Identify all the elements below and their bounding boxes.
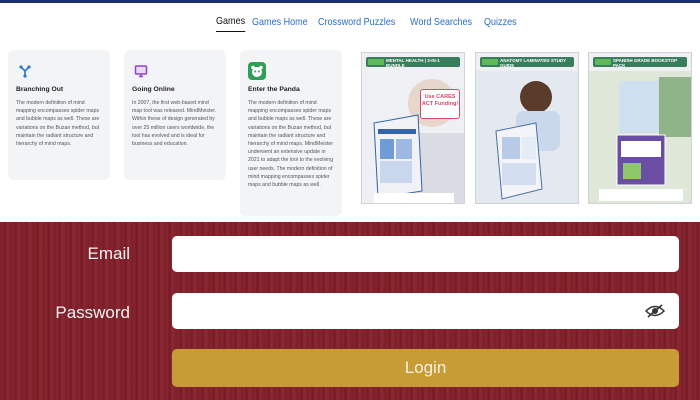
login-button[interactable]: Login bbox=[172, 349, 679, 387]
product-badge: Use CARES ACT Funding! bbox=[420, 89, 460, 119]
card-title: Enter the Panda bbox=[248, 86, 300, 93]
email-label: Email bbox=[87, 244, 130, 263]
feature-card-enter-the-panda: Enter the Panda The modern definition of… bbox=[240, 50, 342, 216]
top-accent-bar bbox=[0, 0, 700, 3]
password-label: Password bbox=[55, 303, 130, 322]
card-text: The modern definition of mind mapping en… bbox=[16, 100, 100, 148]
nav-item-games-home[interactable]: Games Home bbox=[252, 12, 308, 32]
product-mental-health-bundle[interactable]: MENTAL HEALTH | 3-IN-1 BUNDLE Use CARES … bbox=[361, 52, 465, 204]
feature-card-going-online: Going Online In 2007, the first web-base… bbox=[124, 50, 226, 180]
card-text: The modern definition of mind mapping en… bbox=[248, 100, 334, 189]
product-illustration bbox=[373, 79, 464, 203]
password-field[interactable] bbox=[172, 293, 679, 329]
branch-icon bbox=[16, 62, 34, 80]
eye-slash-icon[interactable] bbox=[644, 303, 666, 319]
product-spanish-grade-pack[interactable]: SPANISH GRADE BOOKSTOP PACK bbox=[588, 52, 692, 204]
nav-item-word-searches[interactable]: Word Searches bbox=[410, 12, 472, 32]
nav-item-games[interactable]: Games bbox=[215, 12, 245, 32]
games-nav: Games Games Home Crossword Puzzles Word … bbox=[0, 12, 700, 32]
card-title: Going Online bbox=[132, 86, 175, 93]
panda-icon bbox=[248, 62, 266, 80]
nav-item-crossword-puzzles[interactable]: Crossword Puzzles bbox=[318, 12, 395, 32]
email-field[interactable] bbox=[172, 236, 679, 272]
card-text: In 2007, the first web-based mind map to… bbox=[132, 100, 217, 148]
card-title: Branching Out bbox=[16, 86, 64, 93]
product-illustration bbox=[476, 71, 578, 203]
feature-card-branching-out: Branching Out The modern definition of m… bbox=[8, 50, 110, 180]
product-anatomy-study-guide[interactable]: ANATOMY LAMINATED STUDY GUIDE bbox=[475, 52, 579, 204]
product-illustration bbox=[589, 71, 691, 203]
nav-item-quizzes[interactable]: Quizzes bbox=[484, 12, 517, 32]
monitor-icon bbox=[132, 62, 150, 80]
